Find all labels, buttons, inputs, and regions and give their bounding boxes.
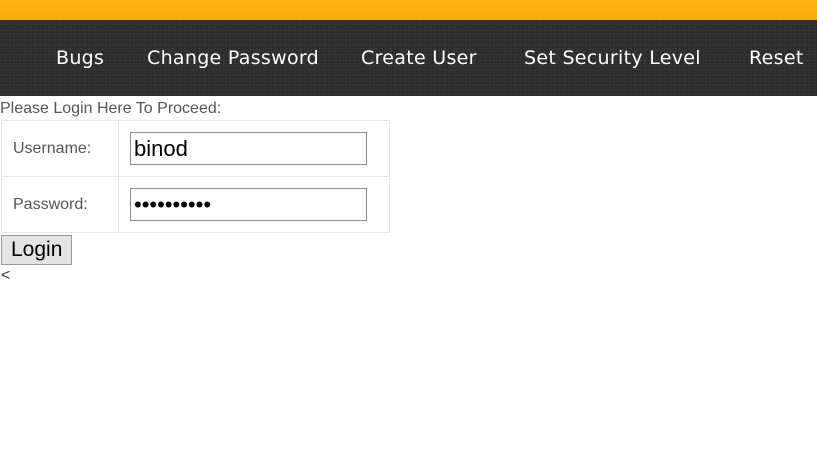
- nav-item-reset[interactable]: Reset: [749, 47, 804, 69]
- login-button[interactable]: Login: [1, 235, 73, 265]
- password-input[interactable]: [130, 188, 367, 221]
- top-accent-stripe: [0, 0, 817, 20]
- password-cell: [118, 176, 390, 233]
- username-input[interactable]: [130, 132, 367, 165]
- nav-item-create-user[interactable]: Create User: [361, 47, 477, 69]
- nav-item-bugs[interactable]: Bugs: [56, 47, 104, 69]
- top-navbar: Bugs Change Password Create User Set Sec…: [0, 20, 817, 96]
- nav-item-set-security-level[interactable]: Set Security Level: [524, 47, 701, 69]
- username-cell: [118, 120, 390, 177]
- password-label: Password:: [1, 176, 119, 233]
- login-form: Username: Password: Login: [0, 120, 817, 265]
- password-row: Password:: [1, 176, 390, 233]
- login-prompt: Please Login Here To Proceed:: [0, 100, 222, 117]
- login-table: Username: Password:: [1, 120, 390, 233]
- trailing-text: <: [1, 267, 11, 284]
- username-label: Username:: [1, 120, 119, 177]
- nav-item-change-password[interactable]: Change Password: [147, 47, 319, 69]
- username-row: Username:: [1, 120, 390, 177]
